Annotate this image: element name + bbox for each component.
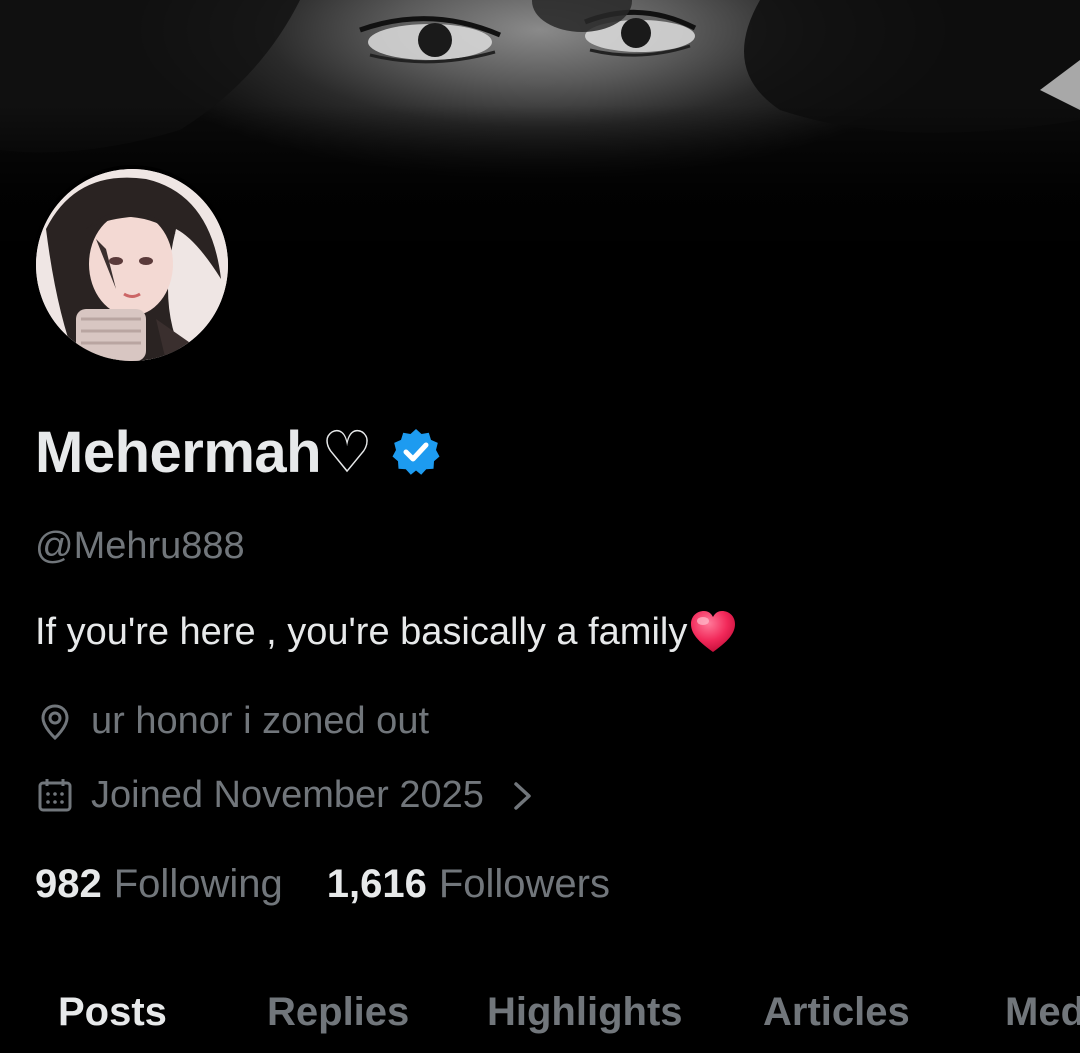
followers-label: Followers [438, 862, 610, 906]
followers-count: 1,616 [326, 862, 427, 906]
follow-stats: 982 Following 1,616 Followers [35, 862, 654, 907]
name-row: Mehermah♡ [35, 418, 441, 486]
following-label: Following [113, 862, 283, 906]
calendar-icon [38, 778, 72, 811]
tab-media[interactable]: Media [1005, 990, 1080, 1035]
avatar-image [36, 169, 228, 361]
bio: If you're here , you're basically a fami… [35, 610, 737, 654]
joined-text: Joined November 2025 [91, 774, 484, 816]
joined-row[interactable]: Joined November 2025 [35, 774, 536, 817]
tab-articles[interactable]: Articles [763, 990, 910, 1035]
tab-highlights[interactable]: Highlights [487, 990, 683, 1035]
following-link[interactable]: 982 Following [35, 862, 283, 907]
red-heart-icon [691, 611, 736, 652]
following-count: 982 [35, 862, 102, 906]
bio-text: If you're here , you're basically a fami… [35, 610, 688, 653]
profile-tabs: Posts Replies Highlights Articles Media [0, 990, 1080, 1053]
handle: @Mehru888 [35, 525, 245, 567]
avatar[interactable] [32, 165, 232, 365]
followers-link[interactable]: 1,616 Followers [327, 862, 610, 907]
location-text: ur honor i zoned out [91, 700, 430, 742]
location-pin-icon [41, 703, 69, 740]
chevron-right-icon [514, 781, 531, 810]
verified-badge-icon[interactable] [391, 427, 441, 477]
display-name: Mehermah♡ [35, 420, 373, 485]
tab-replies[interactable]: Replies [267, 990, 409, 1035]
location-row: ur honor i zoned out [35, 700, 429, 743]
tab-posts[interactable]: Posts [58, 990, 167, 1035]
